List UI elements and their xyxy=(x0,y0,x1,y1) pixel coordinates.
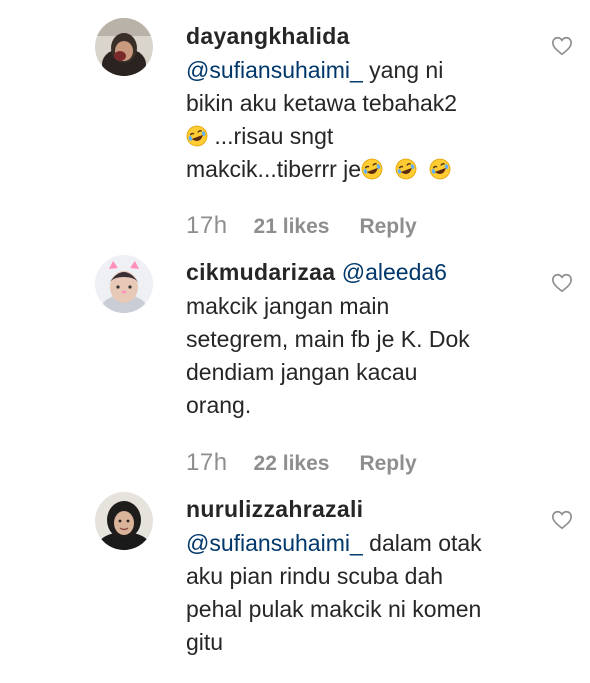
reply-button[interactable]: Reply xyxy=(359,215,416,238)
avatar[interactable] xyxy=(95,18,153,76)
comment-meta: 17h 21 likes Reply xyxy=(186,212,417,242)
username-link[interactable]: cikmudarizaa xyxy=(186,259,335,285)
comment-text: pehal pulak makcik ni komen xyxy=(186,596,482,622)
previous-comment-cutoff: ʼ xyxy=(0,0,590,6)
rofl-emoji-icon xyxy=(186,125,208,147)
like-heart-icon[interactable] xyxy=(551,509,573,531)
comment-text: gitu xyxy=(186,629,224,655)
mention-link[interactable]: @sufiansuhaimi_ xyxy=(186,57,363,83)
comment-text: orang. xyxy=(186,392,252,418)
avatar[interactable] xyxy=(95,492,153,550)
comment-text: bikin aku ketawa tebahak2 xyxy=(186,90,458,116)
avatar[interactable] xyxy=(95,255,153,313)
comment-text: dendiam jangan kacau xyxy=(186,359,418,385)
rofl-emoji-icon xyxy=(395,158,417,180)
comment-text: makcik jangan main xyxy=(186,293,390,319)
rofl-emoji-icon xyxy=(361,158,383,180)
like-heart-icon[interactable] xyxy=(551,35,573,57)
rofl-emoji-icon xyxy=(429,158,451,180)
likes-count-button[interactable]: 21 likes xyxy=(254,215,330,238)
reply-button[interactable]: Reply xyxy=(359,452,416,475)
mention-link[interactable]: @sufiansuhaimi_ xyxy=(186,530,363,556)
comment-text: ...risau sngt xyxy=(208,123,334,149)
comment-body: nurulizzahrazali @sufiansuhaimi_ dalam o… xyxy=(186,493,526,659)
comment-timestamp: 17h xyxy=(186,449,228,476)
like-heart-icon[interactable] xyxy=(551,272,573,294)
username-link[interactable]: dayangkhalida xyxy=(186,23,350,49)
mention-link[interactable]: @aleeda6 xyxy=(342,259,447,285)
username-link[interactable]: nurulizzahrazali xyxy=(186,496,363,522)
comment-text: yang ni xyxy=(362,57,444,83)
comment-timestamp: 17h xyxy=(186,212,228,239)
comment-text: setegrem, main fb je K. Dok xyxy=(186,326,470,352)
likes-count-button[interactable]: 22 likes xyxy=(254,452,330,475)
previous-text-fragment: ʼ xyxy=(248,0,253,6)
comment-body: cikmudarizaa @aleeda6 makcik jangan main… xyxy=(186,256,526,422)
comment-meta: 17h 22 likes Reply xyxy=(186,449,417,479)
comment-text: dalam otak xyxy=(362,530,482,556)
comment-text: aku pian rindu scuba dah xyxy=(186,563,444,589)
comment-text: makcik...tiberrr je xyxy=(186,156,362,182)
comment-body: dayangkhalida @sufiansuhaimi_ yang ni bi… xyxy=(186,20,526,186)
